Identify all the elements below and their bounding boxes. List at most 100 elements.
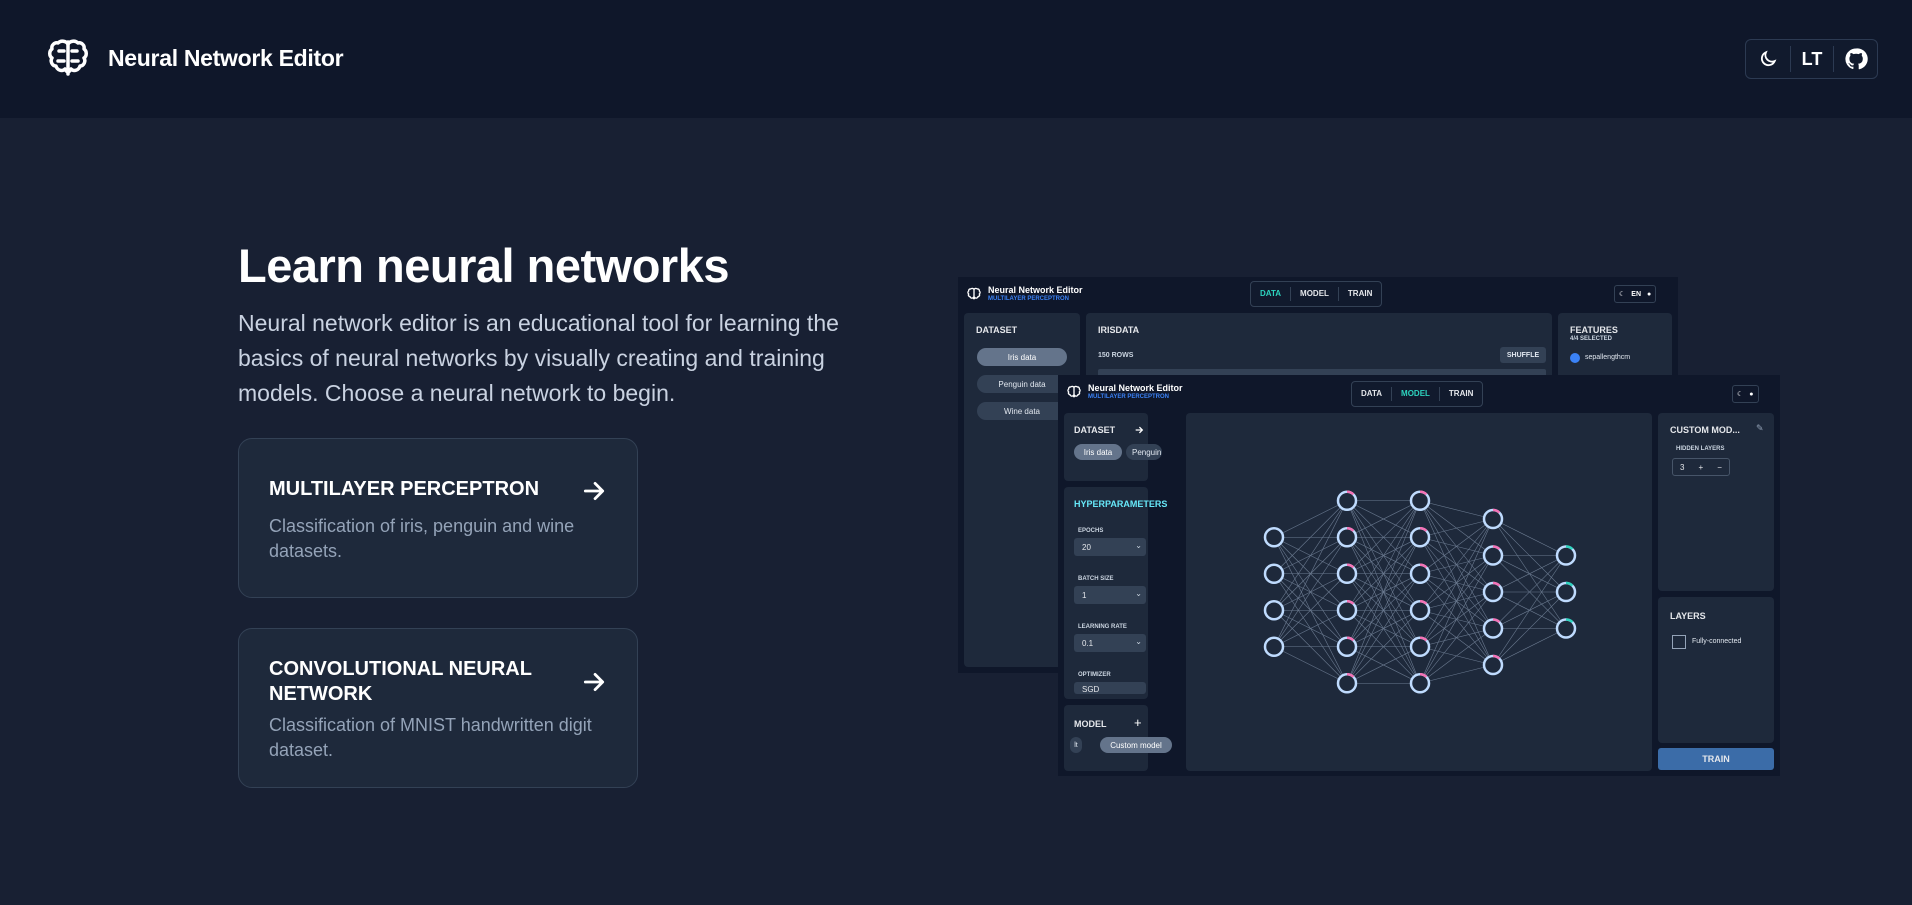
select-value: 0.1 <box>1082 638 1094 648</box>
optimizer-select[interactable]: SGD <box>1074 682 1146 694</box>
epochs-select[interactable]: 20 ⌄ <box>1074 538 1146 556</box>
dataset-option[interactable]: Penguin <box>1126 444 1162 460</box>
neuron-node[interactable] <box>1263 600 1285 621</box>
checkbox-icon[interactable] <box>1570 353 1580 363</box>
app-title: Neural Network Editor <box>108 44 344 71</box>
cnn-card[interactable]: CONVOLUTIONAL NEURAL NETWORK Classificat… <box>238 628 638 788</box>
mlp-card[interactable]: MULTILAYER PERCEPTRON Classification of … <box>238 438 638 598</box>
panel-title: DATASET <box>1074 425 1116 435</box>
top-bar: Neural Network Editor LT <box>0 0 1912 118</box>
hyperparameters-panel: HYPERPARAMETERS EPOCHS 20 ⌄ BATCH SIZE 1 ⌄… <box>1064 487 1167 699</box>
connection-line <box>1273 500 1348 611</box>
chevron-down-icon: ⌄ <box>1135 637 1142 646</box>
language-button[interactable]: EN <box>1631 291 1641 298</box>
panel-title: LAYERS <box>1670 611 1706 621</box>
language-button[interactable]: LT <box>1789 46 1834 72</box>
minus-icon[interactable]: − <box>1717 463 1722 472</box>
dataset-panel: DATASET Iris data Penguin <box>1064 413 1162 481</box>
model-panel: MODEL + lt Custom model <box>1064 705 1172 771</box>
neuron-node[interactable] <box>1263 636 1285 657</box>
panel-title: CUSTOM MOD... <box>1670 425 1740 435</box>
mock-tabs: DATA MODEL TRAIN <box>1250 281 1383 307</box>
github-icon[interactable]: ● <box>1749 391 1753 398</box>
connection-line <box>1273 500 1348 538</box>
github-icon <box>1845 48 1868 70</box>
panel-title: DATASET <box>976 325 1018 335</box>
connection-line <box>1419 518 1494 684</box>
tab-data[interactable]: DATA <box>1352 387 1391 401</box>
github-link[interactable] <box>1833 46 1877 72</box>
mock-subtitle: MULTILAYER PERCEPTRON <box>988 296 1070 302</box>
features-count: 4/4 SELECTED <box>1570 336 1613 342</box>
model-view-screenshot: Neural Network Editor MULTILAYER PERCEPT… <box>1058 375 1780 776</box>
connection-line <box>1273 646 1348 684</box>
hidden-layers-stepper[interactable]: 3 + − <box>1672 458 1730 476</box>
neuron-node[interactable] <box>1263 563 1285 584</box>
model-option[interactable]: lt <box>1070 737 1082 753</box>
connection-line <box>1492 518 1567 556</box>
add-model-button[interactable]: + <box>1134 715 1142 730</box>
card-title: MULTILAYER PERCEPTRON <box>269 478 540 500</box>
connection-line <box>1419 500 1494 520</box>
shuffle-button[interactable]: SHUFFLE <box>1500 347 1546 363</box>
mock-toolbar: ☾ ● <box>1732 385 1759 403</box>
row-count: 150 ROWS <box>1098 352 1134 359</box>
tab-model[interactable]: MODEL <box>1290 287 1338 301</box>
mock-toolbar: ☾ EN ● <box>1614 285 1657 303</box>
hero-title: Learn neural networks <box>238 239 730 292</box>
arrow-right-icon <box>583 673 605 691</box>
learning-rate-select[interactable]: 0.1 ⌄ <box>1074 634 1146 652</box>
tab-model[interactable]: MODEL <box>1391 387 1439 401</box>
field-label: EPOCHS <box>1078 528 1104 534</box>
train-button[interactable]: TRAIN <box>1658 748 1774 770</box>
mock-brand: Neural Network Editor MULTILAYER PERCEPT… <box>1066 383 1183 401</box>
fully-connected-icon[interactable] <box>1672 635 1686 649</box>
connection-line <box>1419 518 1494 538</box>
hero: Learn neural networks Neural network edi… <box>238 240 888 411</box>
field-label: LEARNING RATE <box>1078 624 1127 630</box>
stepper-value: 3 <box>1680 462 1685 472</box>
theme-toggle-button[interactable] <box>1746 39 1790 79</box>
layers-panel: LAYERS Fully-connected <box>1658 597 1774 743</box>
custom-model-panel: CUSTOM MOD... ✎ HIDDEN LAYERS 3 + − <box>1658 413 1774 591</box>
chevron-down-icon: ⌄ <box>1135 589 1142 598</box>
github-icon[interactable]: ● <box>1647 291 1651 298</box>
brain-icon <box>1067 385 1081 398</box>
neuron-node[interactable] <box>1263 527 1285 548</box>
panel-title: MODEL <box>1074 719 1107 729</box>
model-option[interactable]: Custom model <box>1100 737 1172 753</box>
panel-title: HYPERPARAMETERS <box>1074 499 1168 509</box>
field-label: BATCH SIZE <box>1078 576 1114 582</box>
panel-title: FEATURES <box>1570 325 1618 335</box>
field-label: OPTIMIZER <box>1078 672 1111 678</box>
mock-brand: Neural Network Editor MULTILAYER PERCEPT… <box>966 285 1083 303</box>
moon-icon <box>1760 50 1777 67</box>
plus-icon[interactable]: + <box>1699 463 1704 472</box>
header-toolbar: LT <box>1745 39 1878 79</box>
select-value: 20 <box>1082 542 1091 552</box>
card-description: Classification of MNIST handwritten digi… <box>269 715 592 760</box>
tab-train[interactable]: TRAIN <box>1337 287 1381 301</box>
dataset-option[interactable]: Wine data <box>977 402 1067 420</box>
dataset-option[interactable]: Iris data <box>977 348 1067 366</box>
dataset-option[interactable]: Iris data <box>1074 444 1122 460</box>
field-label: HIDDEN LAYERS <box>1676 446 1725 452</box>
connection-line <box>1419 555 1494 684</box>
network-canvas[interactable] <box>1186 413 1652 771</box>
layer-type-label: Fully-connected <box>1692 638 1742 645</box>
card-title: CONVOLUTIONAL NEURAL NETWORK <box>269 658 532 705</box>
connection-line <box>1492 628 1567 666</box>
arrow-right-icon[interactable] <box>1134 425 1144 435</box>
tab-train[interactable]: TRAIN <box>1438 387 1482 401</box>
connection-line <box>1492 555 1567 666</box>
arrow-right-icon <box>583 482 605 500</box>
edit-icon[interactable]: ✎ <box>1756 423 1764 434</box>
moon-icon[interactable]: ☾ <box>1619 290 1625 298</box>
brand[interactable]: Neural Network Editor <box>44 34 344 82</box>
moon-icon[interactable]: ☾ <box>1737 390 1743 398</box>
batch-size-select[interactable]: 1 ⌄ <box>1074 586 1146 604</box>
dataset-option[interactable]: Penguin data <box>977 375 1067 393</box>
tab-data[interactable]: DATA <box>1251 287 1290 301</box>
connection-line <box>1419 518 1494 574</box>
card-description: Classification of iris, penguin and wine… <box>269 516 575 561</box>
